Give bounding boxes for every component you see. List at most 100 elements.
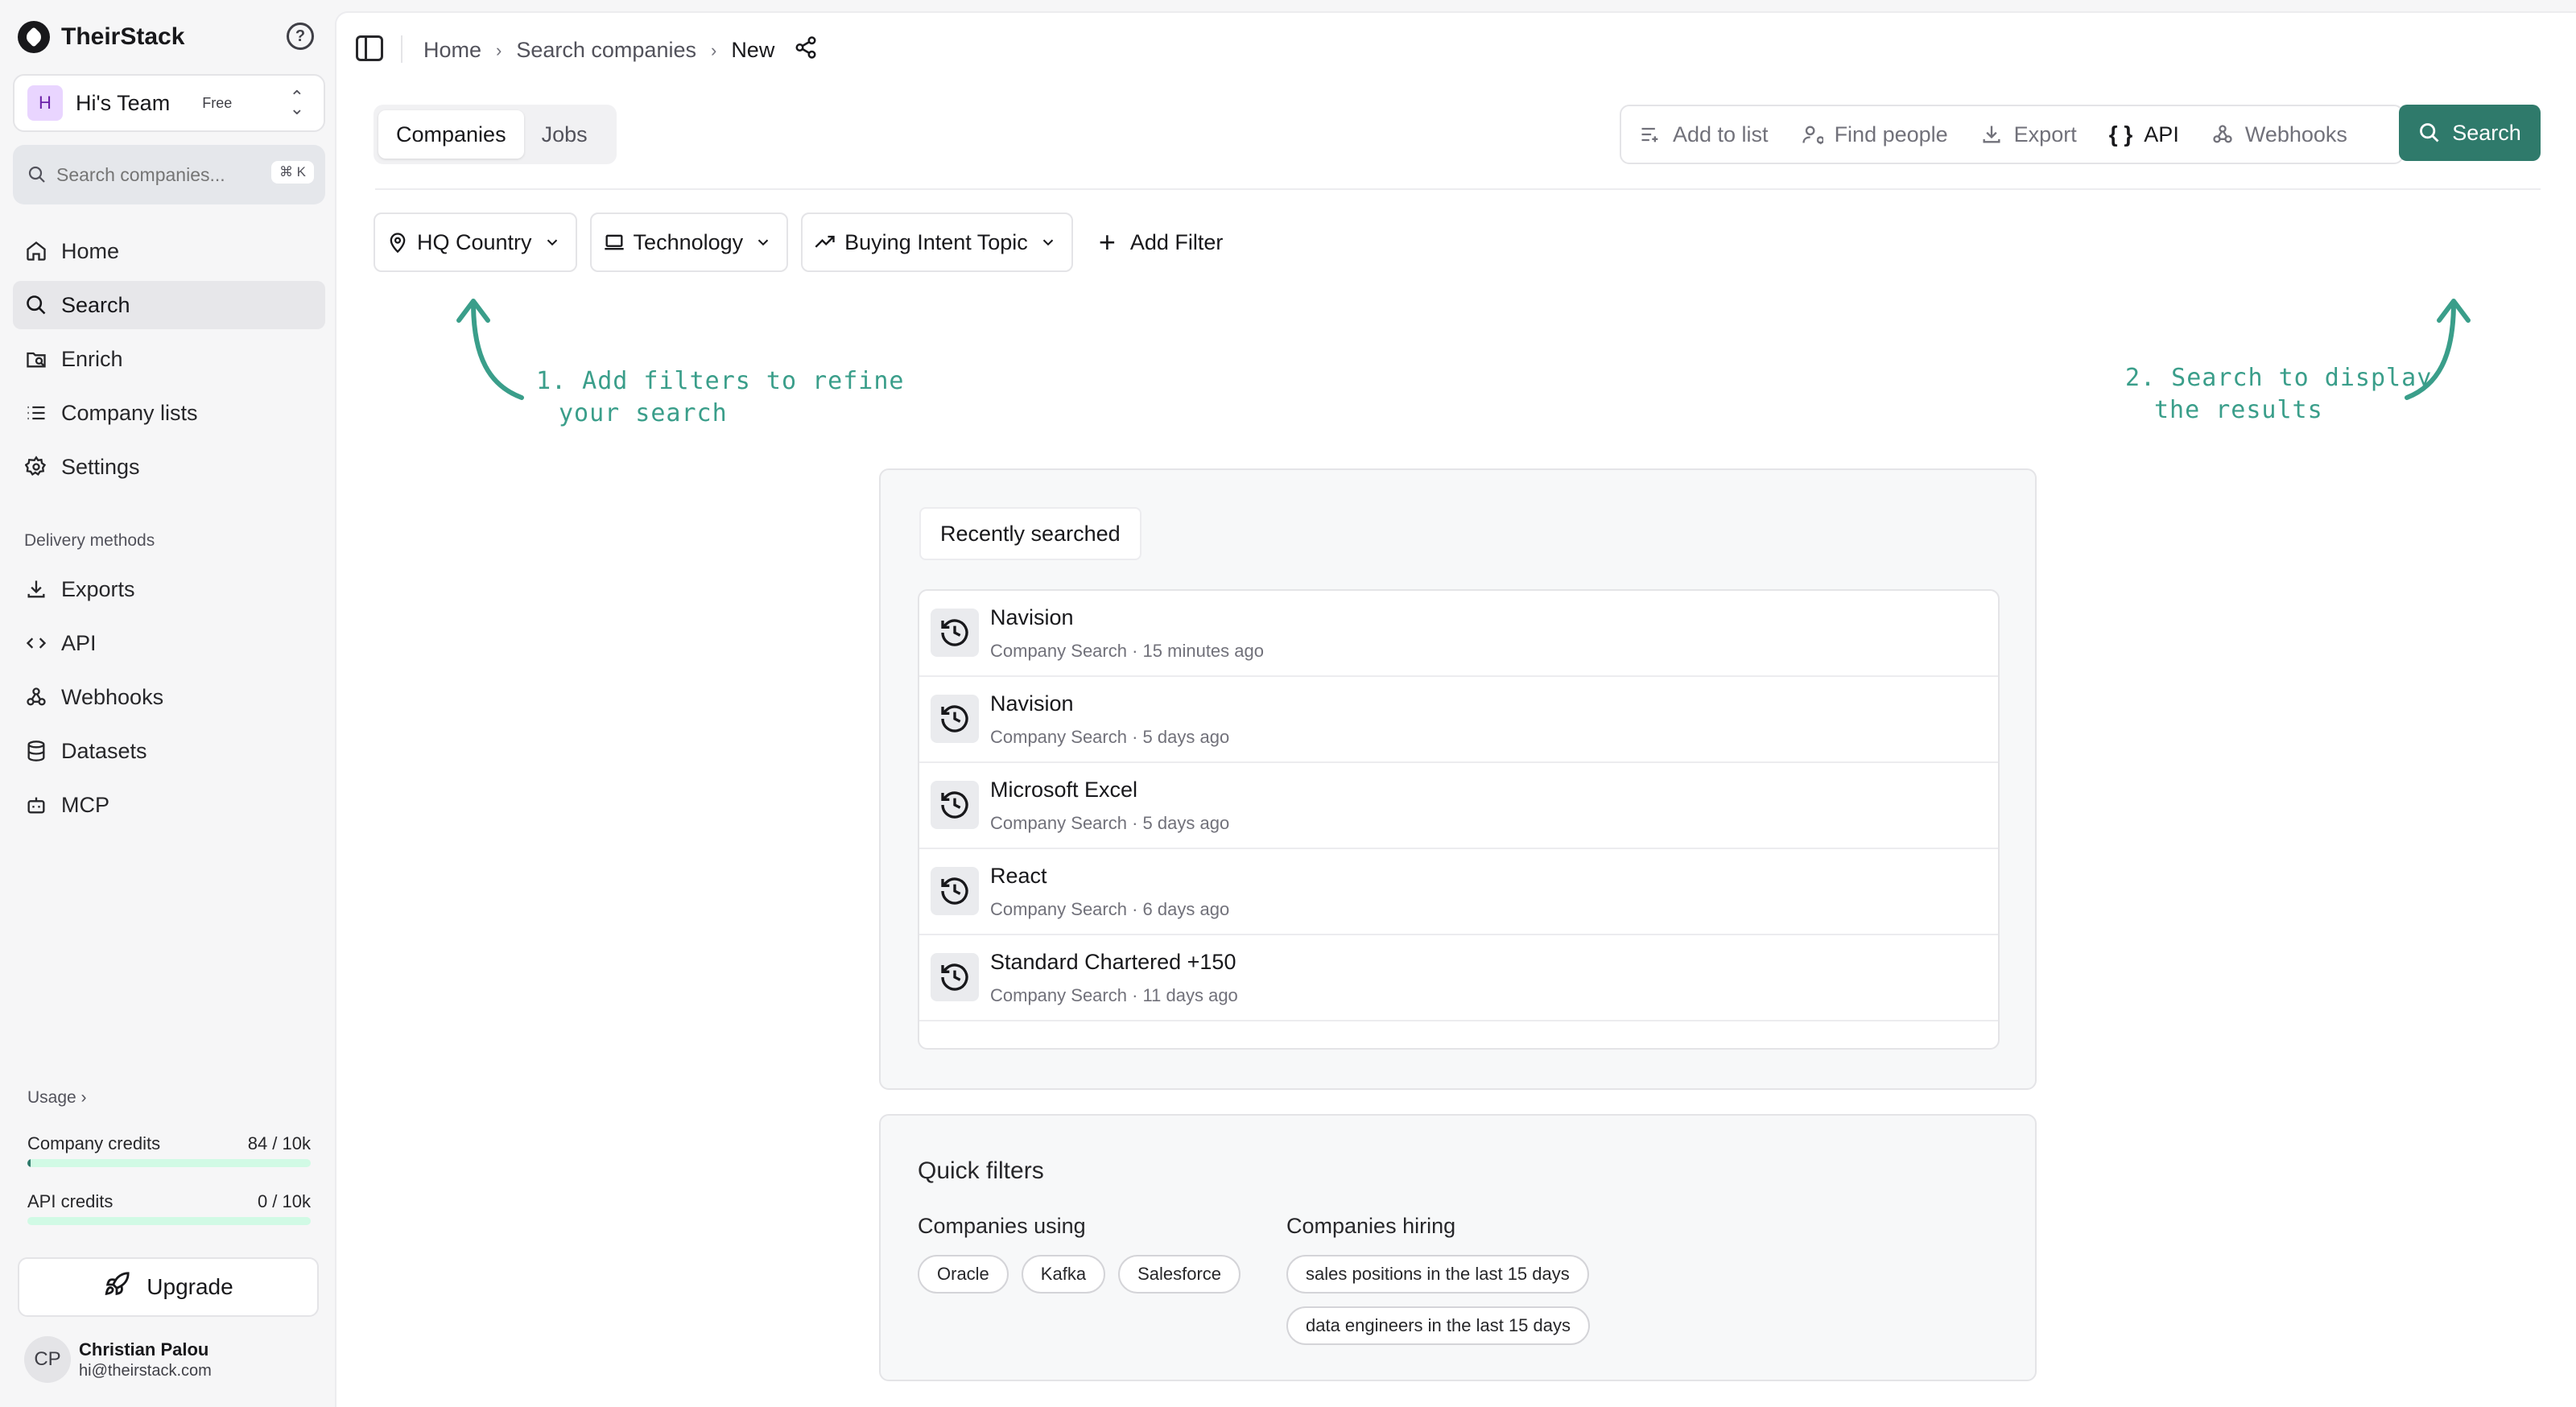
sidebar-item-label: MCP (61, 792, 109, 817)
sidebar-item-label: Search (61, 292, 130, 317)
search-button[interactable]: Search (2399, 105, 2541, 161)
hq-country-filter[interactable]: HQ Country (374, 212, 577, 272)
recent-search-type: Company Search (990, 727, 1127, 747)
recently-searched-card: Recently searched Navision Company Searc… (879, 468, 2037, 1090)
history-icon (931, 867, 979, 915)
history-icon (931, 953, 979, 1001)
search-icon (2418, 122, 2441, 144)
add-to-list-button[interactable]: Add to list (1639, 122, 1769, 147)
buying-intent-label: Buying Intent Topic (844, 229, 1028, 254)
chevron-right-icon: › (80, 1088, 87, 1107)
breadcrumb-search-companies[interactable]: Search companies (516, 38, 696, 63)
team-name: Hi's Team (76, 90, 171, 115)
chevron-right-icon: › (710, 39, 717, 60)
action-toolbar: Add to list Find people Export { } API W… (1620, 105, 2404, 164)
export-button[interactable]: Export (1980, 122, 2077, 147)
upgrade-button[interactable]: Upgrade (18, 1257, 319, 1317)
curved-arrow-icon (456, 299, 524, 400)
sidebar-item-label: Webhooks (61, 684, 164, 709)
recent-search-type: Company Search (990, 813, 1127, 833)
sidebar-item-company-lists[interactable]: Company lists (13, 389, 325, 437)
sidebar-search-input[interactable] (56, 163, 266, 186)
sidebar-search[interactable]: ⌘ K (13, 145, 325, 204)
tab-companies[interactable]: Companies (378, 110, 524, 159)
sidebar-item-home[interactable]: Home (13, 227, 325, 275)
recent-search-meta: Company Search · 6 days ago (990, 899, 1230, 919)
webhook-icon (2211, 123, 2234, 146)
sidebar-item-settings[interactable]: Settings (13, 443, 325, 491)
quick-filter-chip[interactable]: Oracle (918, 1255, 1009, 1294)
keyboard-shortcut-hint: ⌘ K (270, 161, 314, 184)
company-credits-value: 84 / 10k (247, 1133, 311, 1153)
user-menu[interactable]: CP Christian Palou hi@theirstack.com (24, 1336, 212, 1383)
upgrade-label: Upgrade (147, 1274, 233, 1299)
sidebar-toggle-icon[interactable] (356, 35, 383, 61)
history-icon (931, 609, 979, 657)
buying-intent-filter[interactable]: Buying Intent Topic (801, 212, 1073, 272)
sidebar-item-datasets[interactable]: Datasets (13, 727, 325, 775)
quick-filter-chip[interactable]: Salesforce (1118, 1255, 1241, 1294)
share-icon[interactable] (794, 35, 818, 65)
companies-using-group: Companies using Oracle Kafka Salesforce (918, 1214, 1253, 1306)
help-icon[interactable]: ? (287, 23, 314, 50)
download-icon (1980, 123, 2003, 146)
api-credits-label: API credits (27, 1191, 114, 1211)
breadcrumb: Home › Search companies › New (423, 35, 818, 65)
companies-hiring-title: Companies hiring (1286, 1214, 1456, 1238)
quick-filter-chip[interactable]: sales positions in the last 15 days (1286, 1255, 1589, 1294)
api-credits: API credits 0 / 10k (27, 1191, 311, 1225)
recent-search-list: Navision Company Search · 15 minutes ago… (918, 589, 2000, 1050)
sidebar: TheirStack ? H Hi's Team Free ⌃⌄ ⌘ K Hom… (0, 0, 335, 1407)
recent-search-type: Company Search (990, 899, 1127, 919)
usage-link[interactable]: Usage › (27, 1088, 87, 1108)
recently-searched-tab[interactable]: Recently searched (919, 507, 1141, 560)
history-icon (931, 781, 979, 829)
list-item[interactable]: Standard Chartered +150 Company Search ·… (919, 935, 1998, 1021)
delivery-methods-heading: Delivery methods (24, 531, 155, 550)
technology-filter[interactable]: Technology (589, 212, 789, 272)
hint-line: 1. Add filters to refine (536, 367, 905, 395)
sidebar-item-exports[interactable]: Exports (13, 565, 325, 613)
chevron-right-icon: › (496, 39, 502, 60)
entity-tabs: Companies Jobs (374, 105, 617, 164)
sidebar-item-mcp[interactable]: MCP (13, 781, 325, 829)
list-item[interactable]: Microsoft Excel Company Search · 5 days … (919, 763, 1998, 849)
recent-search-name: Microsoft Excel (990, 778, 1138, 802)
sidebar-item-enrich[interactable]: Enrich (13, 335, 325, 383)
divider (401, 35, 402, 63)
history-icon (931, 695, 979, 743)
find-people-button[interactable]: Find people (1801, 122, 1948, 147)
chevrons-up-down-icon: ⌃ ⌄ (289, 87, 304, 118)
api-credits-bar (27, 1217, 311, 1225)
user-name: Christian Palou (79, 1339, 209, 1360)
sidebar-item-label: Enrich (61, 346, 123, 371)
brand[interactable]: TheirStack (18, 21, 184, 53)
list-item[interactable]: Navision Company Search · 15 minutes ago (919, 591, 1998, 677)
list-item[interactable]: Navision Company Search · 5 days ago (919, 677, 1998, 763)
webhooks-button[interactable]: Webhooks (2211, 122, 2347, 147)
find-people-label: Find people (1834, 122, 1948, 146)
quick-filter-chip[interactable]: Kafka (1021, 1255, 1106, 1294)
team-switcher[interactable]: H Hi's Team Free ⌃ ⌄ (13, 74, 325, 132)
add-filter-label: Add Filter (1129, 229, 1224, 254)
plan-badge: Free (202, 94, 233, 111)
sidebar-item-search[interactable]: Search (13, 281, 325, 329)
sidebar-item-label: Exports (61, 576, 135, 601)
tab-jobs[interactable]: Jobs (524, 110, 605, 159)
api-label: API (2144, 122, 2179, 146)
hint-line: 2. Search to display (2125, 364, 2433, 392)
breadcrumb-home[interactable]: Home (423, 38, 481, 63)
api-button[interactable]: { } API (2109, 122, 2179, 147)
hint-line: your search (559, 399, 728, 427)
sidebar-item-webhooks[interactable]: Webhooks (13, 673, 325, 721)
recent-search-meta: Company Search · 5 days ago (990, 727, 1230, 747)
add-filter-button[interactable]: + Add Filter (1086, 212, 1236, 272)
filter-bar: HQ Country Technology Buying Intent Topi… (374, 212, 1236, 272)
usage-label: Usage (27, 1088, 76, 1107)
sidebar-item-api[interactable]: API (13, 619, 325, 667)
chevron-down-icon (543, 233, 561, 251)
quick-filter-chip[interactable]: data engineers in the last 15 days (1286, 1306, 1591, 1345)
database-icon (24, 739, 48, 763)
export-label: Export (2013, 122, 2077, 146)
list-item[interactable]: React Company Search · 6 days ago (919, 849, 1998, 935)
